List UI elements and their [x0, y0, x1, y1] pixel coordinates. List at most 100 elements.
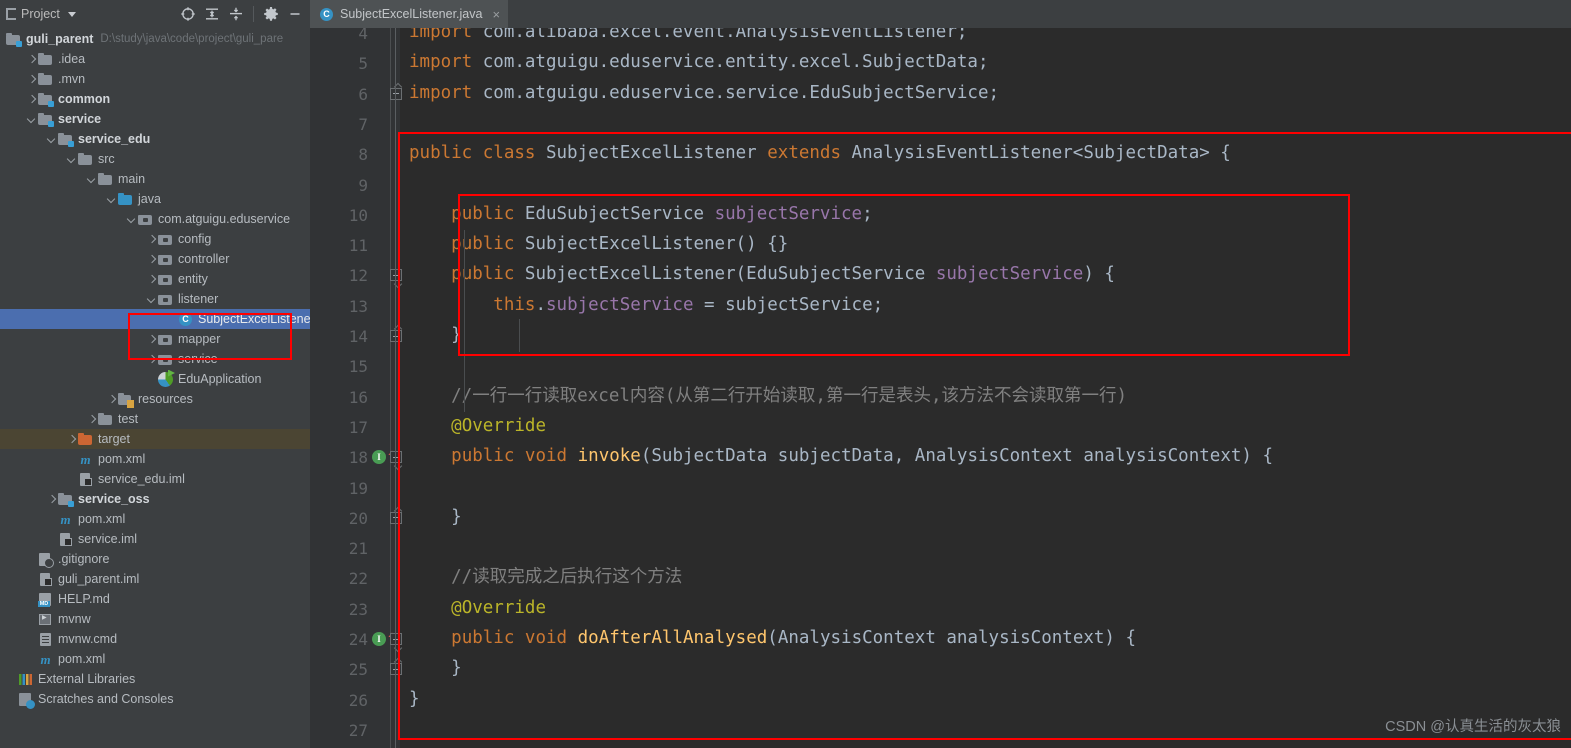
code-line[interactable]: }	[409, 508, 462, 527]
chevron-right-icon[interactable]	[66, 434, 77, 445]
tree-item-service-oss[interactable]: service_oss	[0, 489, 310, 509]
line-number: 5	[358, 54, 368, 74]
tree-item-common[interactable]: common	[0, 89, 310, 109]
tree-item-service[interactable]: service	[0, 349, 310, 369]
tree-item-entity[interactable]: entity	[0, 269, 310, 289]
chevron-right-icon[interactable]	[106, 394, 117, 405]
code-line[interactable]: this.subjectService = subjectService;	[409, 296, 883, 315]
code-line[interactable]: }	[409, 660, 462, 678]
code-editor[interactable]: 4 import com.alibaba.excel.event.Analysis…	[310, 28, 1571, 748]
chevron-right-icon[interactable]	[26, 54, 37, 65]
tree-item-main[interactable]: main	[0, 169, 310, 189]
code-fold-end-icon[interactable]	[390, 330, 402, 342]
code-line[interactable]: }	[409, 326, 462, 345]
code-lines[interactable]: 4 import com.alibaba.excel.event.Analysis…	[310, 28, 1571, 748]
chevron-right-icon[interactable]	[146, 334, 157, 345]
toolbar-separator	[253, 6, 254, 22]
tree-item-help-md[interactable]: MD HELP.md	[0, 589, 310, 609]
code-line[interactable]: //一行一行读取excel内容(从第二行开始读取,第一行是表头,该方法不会读取第…	[409, 387, 1127, 406]
tree-item-src[interactable]: src	[0, 149, 310, 169]
code-line[interactable]: import com.alibaba.excel.event.AnalysisE…	[409, 28, 967, 42]
tree-item-mapper[interactable]: mapper	[0, 329, 310, 349]
tree-item-pom-xml[interactable]: m pom.xml	[0, 449, 310, 469]
locate-icon[interactable]	[177, 3, 199, 25]
project-toolwindow-title[interactable]: Project	[6, 7, 76, 21]
chevron-right-icon[interactable]	[146, 354, 157, 365]
code-line[interactable]: public SubjectExcelListener(EduSubjectSe…	[409, 266, 1115, 284]
chevron-down-icon[interactable]	[66, 154, 77, 165]
code-line[interactable]: @Override	[409, 599, 546, 618]
code-fold-start-icon[interactable]	[390, 269, 402, 282]
tree-item-test[interactable]: test	[0, 409, 310, 429]
tree-item-service-edu[interactable]: service_edu	[0, 129, 310, 149]
tree-item-controller[interactable]: controller	[0, 249, 310, 269]
expand-all-icon[interactable]	[201, 3, 223, 25]
settings-gear-icon[interactable]	[260, 3, 282, 25]
chevron-right-icon[interactable]	[26, 94, 37, 105]
code-line[interactable]: }	[409, 690, 420, 709]
chevron-right-icon[interactable]	[86, 414, 97, 425]
code-fold-start-icon[interactable]	[390, 451, 402, 464]
code-line[interactable]: public void doAfterAllAnalysed(AnalysisC…	[409, 629, 1136, 648]
code-fold-start-icon[interactable]	[390, 633, 402, 645]
tree-item-mvnw-cmd[interactable]: mvnw.cmd	[0, 629, 310, 649]
code-line[interactable]: public class SubjectExcelListener extend…	[409, 144, 1231, 163]
tree-item-service-iml[interactable]: service.iml	[0, 529, 310, 549]
tree-item-mvn[interactable]: .mvn	[0, 69, 310, 89]
chevron-down-icon[interactable]	[46, 134, 57, 145]
tree-item-idea[interactable]: .idea	[0, 49, 310, 69]
project-tree[interactable]: guli_parent D:\study\java\code\project\g…	[0, 28, 310, 748]
collapse-all-icon[interactable]	[225, 3, 247, 25]
line-number: 4	[358, 28, 368, 43]
tree-item-listener[interactable]: listener	[0, 289, 310, 309]
chevron-down-icon[interactable]	[106, 194, 117, 205]
tree-item-java[interactable]: java	[0, 189, 310, 209]
tree-item-guli-parent-iml[interactable]: guli_parent.iml	[0, 569, 310, 589]
tree-item-external-libraries[interactable]: External Libraries	[0, 669, 310, 689]
tree-item-eduapplication[interactable]: EduApplication	[0, 369, 310, 389]
code-line[interactable]: import com.atguigu.eduservice.entity.exc…	[409, 54, 988, 72]
code-fold-end-icon[interactable]	[390, 511, 402, 524]
code-line[interactable]: public SubjectExcelListener() {}	[409, 235, 788, 254]
tree-item-pom-xml[interactable]: m pom.xml	[0, 649, 310, 669]
tree-item-config[interactable]: config	[0, 229, 310, 249]
code-line[interactable]: import com.atguigu.eduservice.service.Ed…	[409, 84, 999, 103]
tab-subjectexcellistener[interactable]: C SubjectExcelListener.java ×	[310, 0, 509, 28]
chevron-down-icon[interactable]	[86, 174, 97, 185]
tree-item-subjectexcellistener[interactable]: C SubjectExcelListener	[0, 309, 310, 329]
chevron-right-icon[interactable]	[26, 74, 37, 85]
chevron-right-icon[interactable]	[146, 234, 157, 245]
line-number: 6	[358, 84, 368, 104]
chevron-down-icon[interactable]	[126, 214, 137, 225]
tree-item-service-edu-iml[interactable]: service_edu.iml	[0, 469, 310, 489]
tree-item-service[interactable]: service	[0, 109, 310, 129]
code-fold-end-icon[interactable]	[390, 87, 402, 100]
minimize-icon[interactable]	[284, 3, 306, 25]
tree-item-pom-xml[interactable]: m pom.xml	[0, 509, 310, 529]
chevron-right-icon[interactable]	[146, 274, 157, 285]
tree-item-resources[interactable]: resources	[0, 389, 310, 409]
tree-item-com-atguigu-eduservice[interactable]: com.atguigu.eduservice	[0, 209, 310, 229]
tree-item-mvnw[interactable]: mvnw	[0, 609, 310, 629]
tree-item-target[interactable]: target	[0, 429, 310, 449]
line-number: 23	[348, 599, 368, 619]
code-line[interactable]: @Override	[409, 417, 546, 436]
tree-item-gitignore[interactable]: .gitignore	[0, 549, 310, 569]
code-line[interactable]: public void invoke(SubjectData subjectDa…	[409, 447, 1273, 466]
code-fold-end-icon[interactable]	[390, 663, 402, 676]
chevron-right-icon[interactable]	[46, 494, 57, 505]
code-line[interactable]: //读取完成之后执行这个方法	[409, 569, 682, 587]
line-number: 14	[348, 327, 368, 346]
close-icon[interactable]: ×	[492, 8, 500, 21]
tree-item-scratches-and-consoles[interactable]: Scratches and Consoles	[0, 689, 310, 709]
tree-root-guli-parent[interactable]: guli_parent D:\study\java\code\project\g…	[0, 29, 310, 49]
chevron-right-icon[interactable]	[146, 254, 157, 265]
chevron-down-icon[interactable]	[26, 114, 37, 125]
code-line[interactable]: public EduSubjectService subjectService;	[409, 205, 872, 224]
external-libraries-icon	[18, 672, 33, 687]
chevron-down-icon[interactable]	[67, 11, 76, 17]
chevron-down-icon[interactable]	[146, 294, 157, 305]
